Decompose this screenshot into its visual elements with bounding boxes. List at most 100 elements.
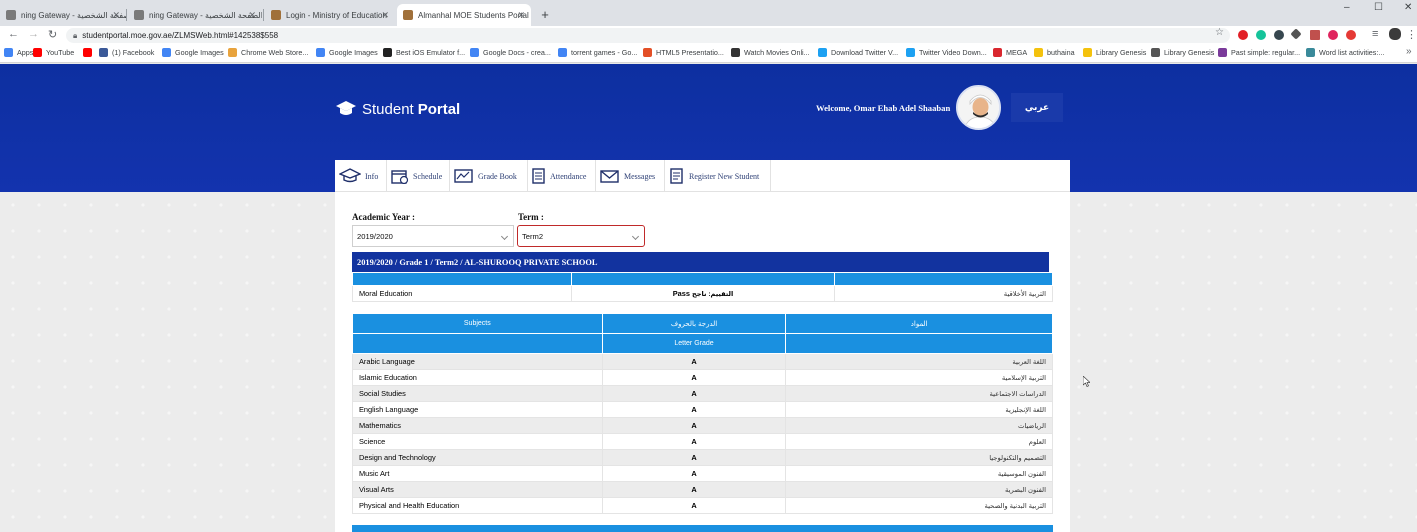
pdf-extension-icon[interactable] <box>1310 30 1320 40</box>
back-arrow-icon[interactable]: ← <box>8 28 19 40</box>
bookmark-item[interactable]: torrent games - Go... <box>558 48 637 57</box>
tab-label: Attendance <box>550 171 587 181</box>
bookmark-label: Google Images <box>329 48 378 57</box>
new-tab-plus-icon[interactable]: + <box>537 7 553 23</box>
language-toggle-button[interactable]: عربي <box>1011 93 1063 122</box>
twitter-icon <box>818 48 827 57</box>
bookmark-item[interactable] <box>83 48 96 57</box>
main-content-panel: Info Schedule Grade Book Attendance Mess… <box>335 160 1070 532</box>
moral-subject-ar: التربية الأخلاقية <box>834 285 1053 302</box>
bookmark-item[interactable]: buthaina <box>1034 48 1075 57</box>
bookmark-item[interactable]: Google Images <box>162 48 224 57</box>
bookmark-item[interactable]: Google Docs - crea... <box>470 48 551 57</box>
globe-icon <box>1151 48 1160 57</box>
academic-year-select[interactable]: 2019/2020 <box>352 225 514 247</box>
address-bar[interactable]: 🔒︎ studentportal.moe.gov.ae/ZLMSWeb.html… <box>66 28 1230 43</box>
table-row: Social Studies A الدراسات الاجتماعية <box>352 385 1053 402</box>
user-avatar[interactable] <box>956 85 1001 130</box>
diamond-extension-icon[interactable] <box>1290 28 1302 40</box>
browser-tab[interactable]: ning Gateway - الصفحة الشخصية ✕ <box>128 4 262 26</box>
subject-name-en: Physical and Health Education <box>352 497 603 514</box>
bookmark-item[interactable]: HTML5 Presentatio... <box>643 48 724 57</box>
subject-name-en: Design and Technology <box>352 449 603 466</box>
tab-close-icon[interactable]: ✕ <box>248 10 256 21</box>
tab-title: Almanhal MOE Students Portal <box>418 10 529 20</box>
table-row: Visual Arts A الفنون البصرية <box>352 481 1053 498</box>
tab-attendance[interactable]: Attendance <box>528 160 596 192</box>
subject-name-ar: التصميم والتكنولوجيا <box>785 449 1053 466</box>
logo-text-light: Student <box>362 100 414 118</box>
tab-close-icon[interactable]: ✕ <box>517 10 525 21</box>
browser-tab[interactable]: ning Gateway - الصفحة الشخصية ✕ <box>0 4 126 26</box>
tab-register-new-student[interactable]: Register New Student <box>665 160 771 192</box>
subject-name-en: Visual Arts <box>352 481 603 498</box>
attendance-icon <box>532 168 545 184</box>
bookmark-item[interactable]: Best iOS Emulator f... <box>383 48 465 57</box>
student-portal-logo[interactable]: Student Portal <box>336 100 460 118</box>
bookmark-item[interactable]: Library Genesis <box>1151 48 1214 57</box>
tab-close-icon[interactable]: ✕ <box>381 10 389 21</box>
chevron-down-icon <box>631 232 640 241</box>
table-row: Islamic Education A التربية الإسلامية <box>352 369 1053 386</box>
close-window-icon[interactable]: ✕ <box>1404 2 1412 13</box>
bookmark-item[interactable]: YouTube <box>33 48 74 57</box>
bookmark-item[interactable]: Word list activities:... <box>1306 48 1384 57</box>
col-letter-grade-ar-header: الدرجة بالحروف <box>601 313 787 334</box>
bookmark-item[interactable]: Chrome Web Store... <box>228 48 308 57</box>
grammarly-extension-icon[interactable] <box>1256 30 1266 40</box>
opera-extension-icon[interactable] <box>1238 30 1248 40</box>
vpn-extension-icon[interactable] <box>1274 30 1284 40</box>
term-select[interactable]: Term2 <box>517 225 645 247</box>
menu-kebab-icon[interactable]: ⋮ <box>1406 28 1417 41</box>
bookmark-label: Library Genesis <box>1164 48 1215 57</box>
bookmark-item[interactable]: Library Genesis <box>1083 48 1146 57</box>
subject-name-en: Islamic Education <box>352 369 603 386</box>
welcome-text: Welcome, Omar Ehab Adel Shaaban <box>816 103 951 113</box>
forward-arrow-icon[interactable]: → <box>28 28 39 40</box>
table-row: English Language A اللغة الإنجليزية <box>352 401 1053 418</box>
browser-tab-active[interactable]: Almanhal MOE Students Portal ✕ <box>397 4 531 26</box>
bookmark-item[interactable]: Past simple: regular... <box>1218 48 1300 57</box>
bookmark-star-icon[interactable]: ☆ <box>1215 27 1224 38</box>
letter-grade: A <box>601 417 787 434</box>
bookmark-item[interactable]: Apps <box>4 48 33 57</box>
url-text: studentportal.moe.gov.ae/ZLMSWeb.html#14… <box>82 31 279 40</box>
browser-tab[interactable]: Login - Ministry of Education ✕ <box>265 4 395 26</box>
tab-grade-book[interactable]: Grade Book <box>450 160 528 192</box>
moral-result-en: Pass <box>672 289 690 298</box>
youtube-icon <box>33 48 42 57</box>
tab-close-icon[interactable]: ✕ <box>112 10 120 21</box>
subheader-cell <box>352 333 603 354</box>
bookmark-item[interactable]: (1) Facebook <box>99 48 154 57</box>
bookmarks-overflow-icon[interactable]: » <box>1406 46 1412 57</box>
subject-name-ar: الرياضيات <box>785 417 1053 434</box>
subject-name-ar: التربية البدنية والصحية <box>785 497 1053 514</box>
reading-list-icon[interactable]: ≡ <box>1372 28 1378 40</box>
letter-grade: A <box>601 433 787 450</box>
reload-icon[interactable]: ↻ <box>48 28 57 41</box>
bookmark-label: Chrome Web Store... <box>241 48 309 57</box>
bookmark-item[interactable]: Google Images <box>316 48 378 57</box>
media-extension-icon[interactable] <box>1346 30 1356 40</box>
calendar-icon <box>391 170 409 184</box>
tab-favicon-icon <box>6 10 16 20</box>
tab-messages[interactable]: Messages <box>596 160 665 192</box>
bookmark-item[interactable]: Watch Movies Onli... <box>731 48 810 57</box>
bookmark-label: MEGA <box>1006 48 1028 57</box>
bookmark-item[interactable]: Download Twitter V... <box>818 48 898 57</box>
bookmark-label: buthaina <box>1047 48 1075 57</box>
bookmark-item[interactable]: MEGA <box>993 48 1027 57</box>
gradebook-icon <box>454 169 473 183</box>
bookmark-item[interactable]: Twitter Video Down... <box>906 48 987 57</box>
tab-label: Info <box>365 171 379 181</box>
minimize-icon[interactable]: – <box>1344 2 1350 13</box>
cast-extension-icon[interactable] <box>1328 30 1338 40</box>
google-icon <box>316 48 325 57</box>
tab-info[interactable]: Info <box>335 160 387 192</box>
bookmark-label: Google Images <box>175 48 224 57</box>
profile-avatar-icon[interactable] <box>1389 28 1401 40</box>
maximize-icon[interactable]: ☐ <box>1374 2 1383 13</box>
tab-schedule[interactable]: Schedule <box>387 160 450 192</box>
tab-divider <box>263 9 264 21</box>
web-page: Student Portal Welcome, Omar Ehab Adel S… <box>0 64 1417 532</box>
